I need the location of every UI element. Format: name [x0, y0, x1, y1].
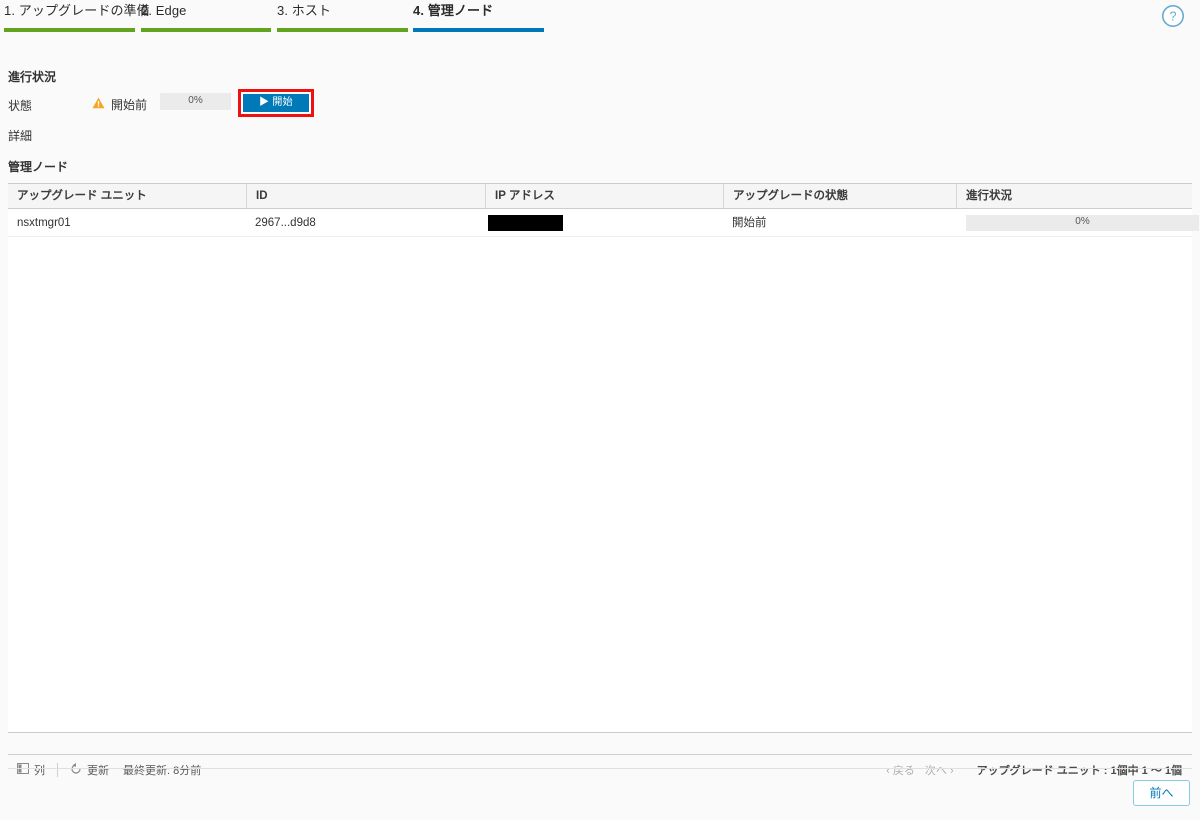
start-button-highlight: ▶ 開始 — [238, 89, 314, 117]
refresh-icon — [70, 762, 82, 778]
column-header-progress[interactable]: 進行状況 — [956, 184, 1192, 209]
previous-step-button[interactable]: 前へ — [1133, 780, 1190, 806]
column-header-upgrade-unit[interactable]: アップグレード ユニット — [8, 184, 246, 209]
overall-progress-bar: 0% — [160, 93, 231, 110]
overall-progress-percent: 0% — [188, 95, 203, 106]
table-footer-left: 列 更新 最終更新: 8分前 — [17, 762, 201, 778]
overall-status-text: 開始前 — [111, 98, 148, 112]
svg-text:?: ? — [1170, 9, 1177, 23]
progress-section-title: 進行状況 — [8, 70, 57, 84]
column-header-id[interactable]: ID — [246, 184, 485, 209]
wizard-tab-1-prepare-upgrade[interactable]: 1. アップグレードの準備 — [4, 3, 150, 32]
upgrade-wizard-page: 1. アップグレードの準備 2. Edge 3. ホスト 4. 管理ノード ? … — [0, 0, 1200, 820]
table-row[interactable]: nsxtmgr01 2967...d9d8 開始前 0% — [8, 209, 1199, 237]
table-footer-right: ‹ 戻る 次へ › アップグレード ユニット : 1個中 1 〜 1個 — [881, 762, 1182, 778]
table-footer: 列 更新 最終更新: 8分前 ‹ 戻る 次へ › アップグレード ユニット: … — [8, 754, 1192, 784]
column-header-upgrade-state[interactable]: アップグレードの状態 — [723, 184, 956, 209]
management-nodes-table: アップグレード ユニット ID IP アドレス アップグレードの状態 進行状況 … — [8, 183, 1199, 733]
cell-upgrade-state: 開始前 — [732, 217, 767, 229]
cell-ip-address-redacted — [488, 215, 563, 231]
state-field-label: 状態 — [8, 99, 33, 113]
pager-previous-button[interactable]: ‹ 戻る — [886, 762, 915, 778]
last-updated-text: 最終更新: 8分前 — [123, 765, 202, 777]
bottom-divider — [8, 768, 1192, 769]
detail-field-label: 詳細 — [8, 129, 33, 143]
wizard-step-content: 進行状況 状態 開始前 0% ▶ 開始 詳細 管理ノード アップグレード ユニッ… — [0, 32, 1200, 777]
wizard-tab-label: 2. Edge — [141, 3, 187, 18]
start-upgrade-button[interactable]: ▶ 開始 — [243, 94, 309, 112]
table-header-row: アップグレード ユニット ID IP アドレス アップグレードの状態 進行状況 — [8, 184, 1192, 209]
cell-progress-bar: 0% — [966, 215, 1199, 231]
column-header-ip-address[interactable]: IP アドレス — [485, 184, 723, 209]
cell-upgrade-unit: nsxtmgr01 — [17, 217, 71, 229]
record-count-text: アップグレード ユニット : 1個中 1 〜 1個 — [976, 765, 1182, 777]
cell-progress-percent: 0% — [1075, 216, 1090, 227]
help-circle-icon[interactable]: ? — [1161, 4, 1185, 28]
wizard-tab-4-management-nodes[interactable]: 4. 管理ノード — [413, 3, 544, 32]
wizard-tab-2-edge[interactable]: 2. Edge — [141, 3, 271, 32]
pager-next-button[interactable]: 次へ › — [925, 762, 954, 778]
wizard-tab-3-hosts[interactable]: 3. ホスト — [277, 3, 408, 32]
footer-divider — [57, 763, 58, 777]
refresh-button[interactable]: 更新 — [70, 762, 109, 778]
wizard-tab-label: 4. 管理ノード — [413, 3, 494, 18]
cell-id: 2967...d9d8 — [255, 217, 316, 229]
refresh-button-label: 更新 — [87, 765, 109, 777]
warning-triangle-icon — [92, 96, 105, 109]
management-nodes-section-title: 管理ノード — [8, 160, 69, 174]
wizard-tab-label: 3. ホスト — [277, 3, 332, 18]
wizard-tabbar: 1. アップグレードの準備 2. Edge 3. ホスト 4. 管理ノード ? — [0, 0, 1200, 32]
columns-icon — [17, 763, 29, 777]
columns-button-label: 列 — [34, 765, 45, 777]
columns-button[interactable]: 列 — [17, 762, 45, 778]
wizard-tab-label: 1. アップグレードの準備 — [4, 3, 150, 18]
